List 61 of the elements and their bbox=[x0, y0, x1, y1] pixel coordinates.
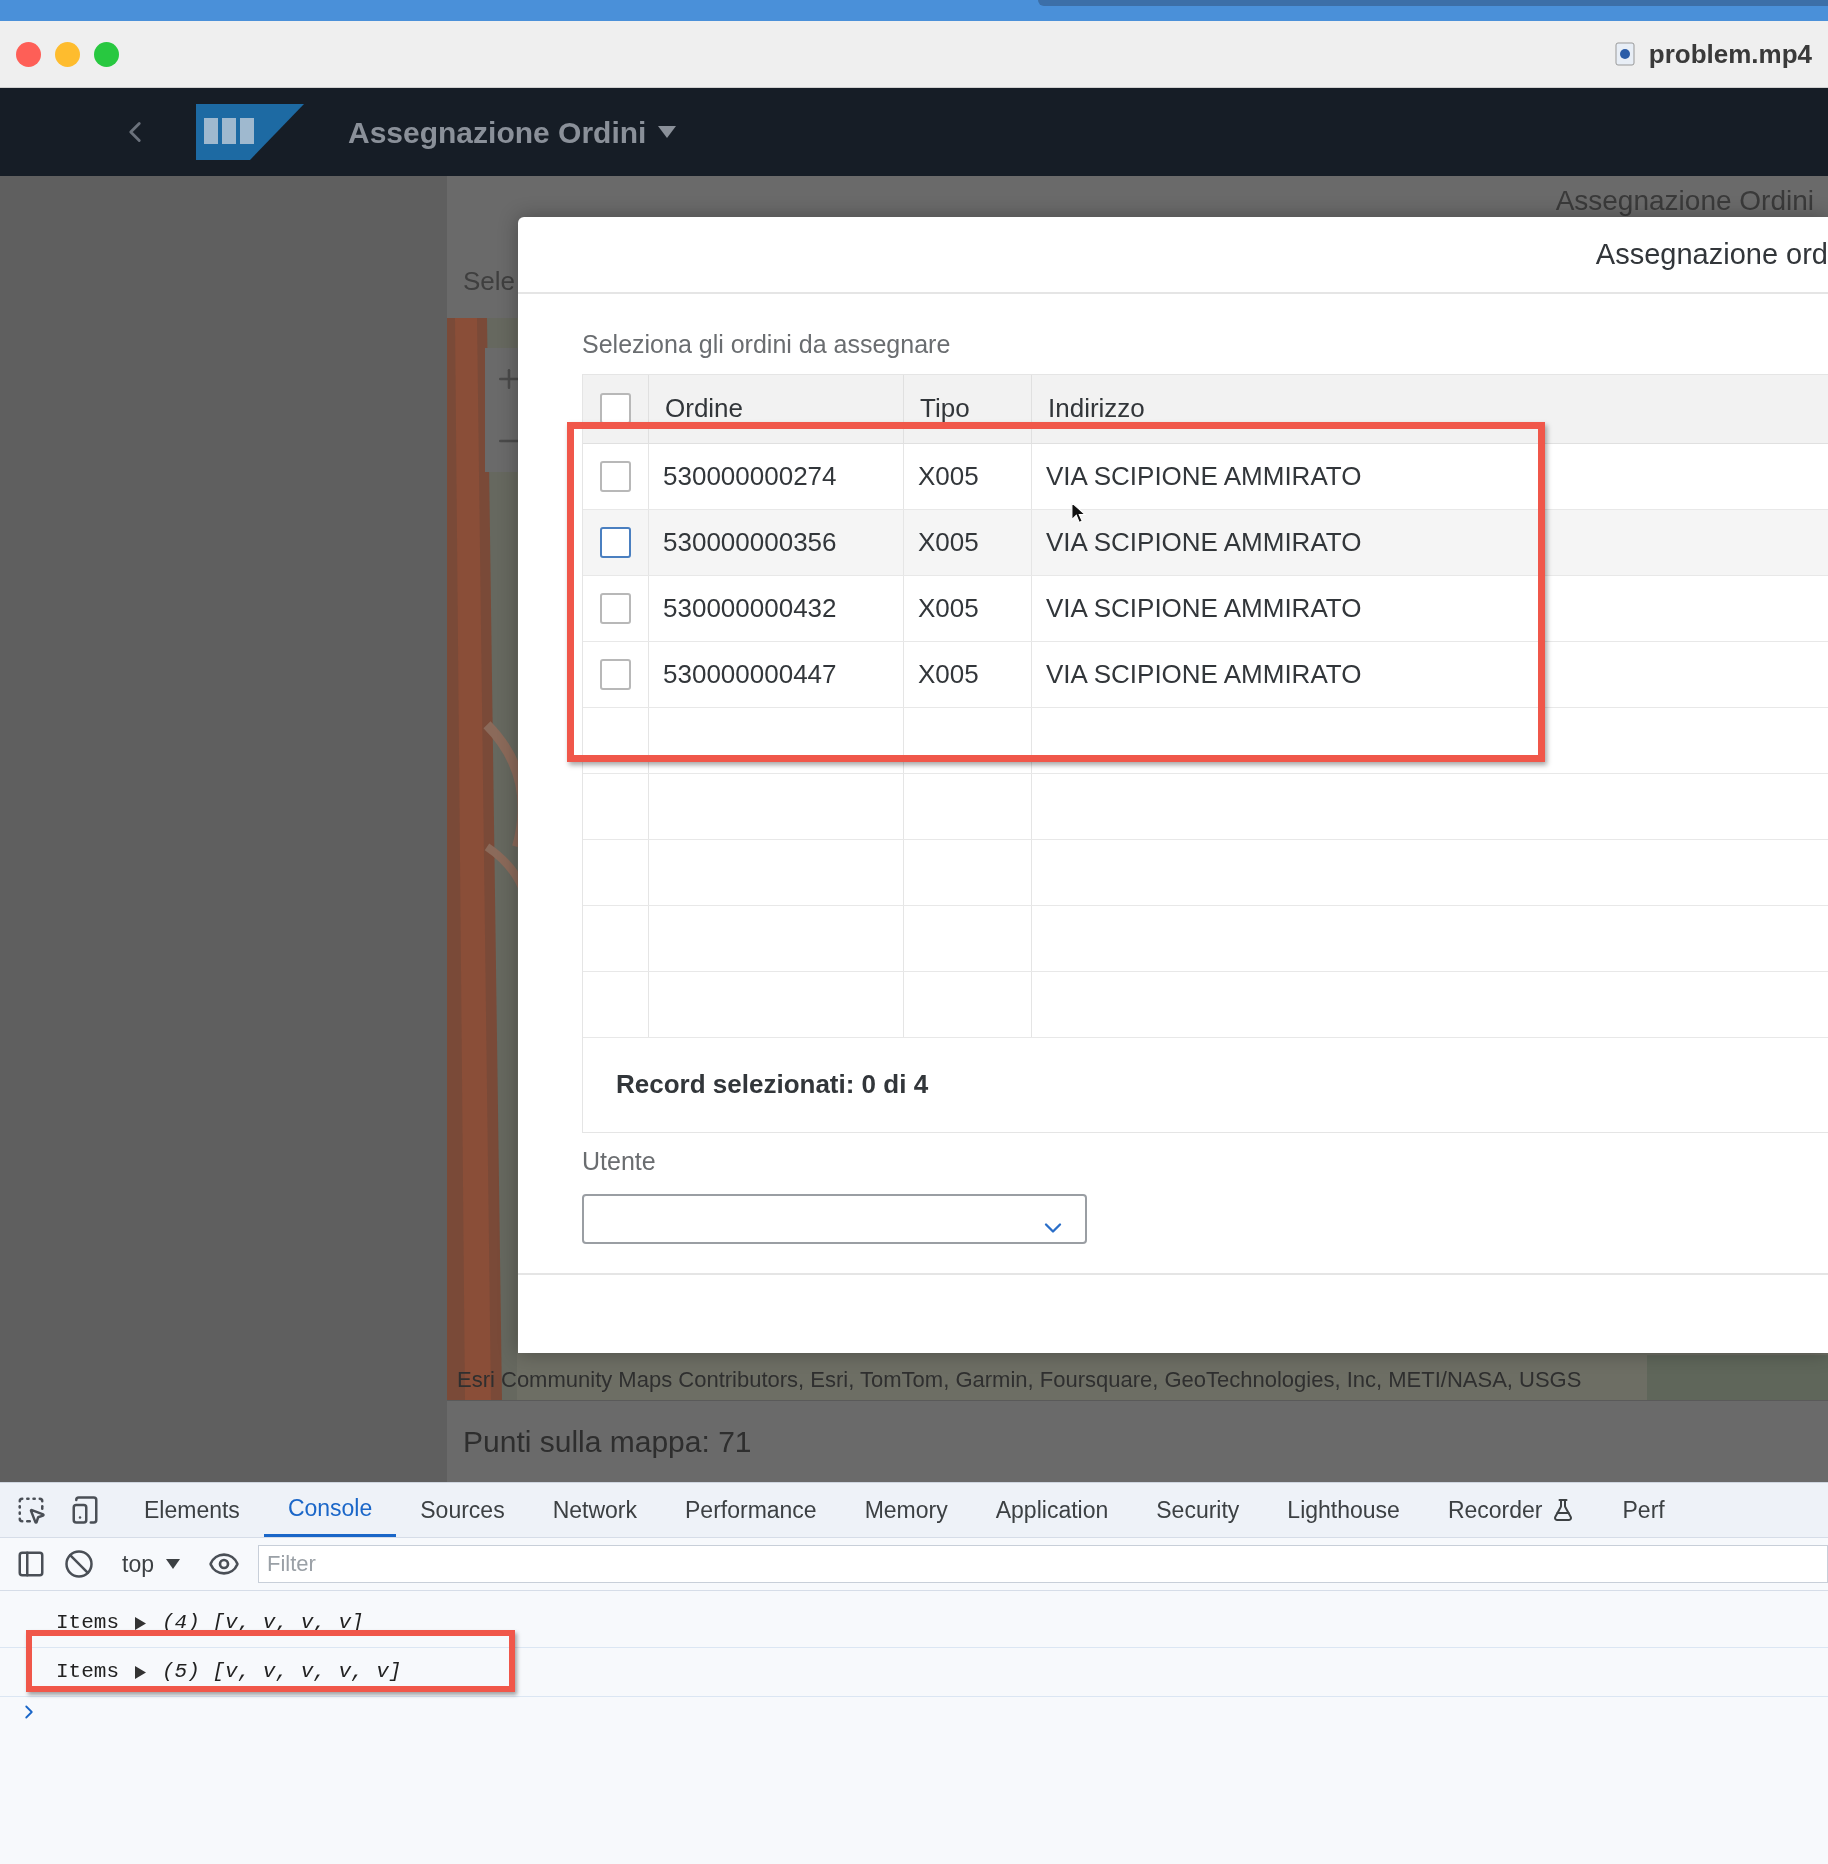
close-window-button[interactable] bbox=[16, 41, 41, 67]
context-selector[interactable]: top bbox=[112, 1546, 190, 1582]
table-cell-text: 530000000274 bbox=[663, 459, 837, 493]
field-label: Utente bbox=[582, 1145, 657, 1177]
devtools-tab[interactable]: Lighthouse bbox=[1263, 1483, 1424, 1537]
column-header: Indirizzo bbox=[1048, 392, 1145, 425]
devtools-tab[interactable]: Elements bbox=[120, 1483, 264, 1537]
map-attribution: Esri Community Maps Contributors, Esri, TomTom, Garmin, Foursquare, GeoTechnologies, Inc, METI/NASA, USGS bbox=[457, 1366, 1582, 1394]
table-cell: VIA SCIPIONE AMMIRATO bbox=[1046, 529, 1362, 555]
devtools-tab[interactable]: Sources bbox=[396, 1483, 529, 1537]
expand-icon[interactable] bbox=[135, 1665, 146, 1679]
devtools-tab[interactable]: Console bbox=[263, 1483, 397, 1537]
table-cell-text: X005 bbox=[918, 525, 979, 559]
sidebar-toggle-icon[interactable] bbox=[16, 1549, 46, 1579]
console-value: (5) [v, v, v, v, v] bbox=[162, 1659, 402, 1686]
table-cell-text: 530000000356 bbox=[663, 525, 837, 559]
table-cell-text: 530000000432 bbox=[663, 591, 837, 625]
devtools-tab[interactable]: Security bbox=[1132, 1483, 1264, 1537]
devtools-tab[interactable]: Network bbox=[528, 1483, 661, 1537]
expand-icon[interactable] bbox=[135, 1616, 146, 1630]
clear-console-icon[interactable] bbox=[64, 1549, 94, 1579]
logo-icon bbox=[196, 104, 304, 160]
selection-summary: Record selezionati: 0 di 4 bbox=[616, 1068, 929, 1101]
checkbox[interactable] bbox=[600, 658, 631, 690]
table-cell: VIA SCIPIONE AMMIRATO bbox=[1046, 661, 1362, 687]
checkbox[interactable] bbox=[600, 592, 631, 624]
caret-icon bbox=[166, 1559, 180, 1569]
checkbox[interactable] bbox=[600, 393, 631, 424]
file-icon bbox=[1614, 42, 1635, 66]
checkbox[interactable] bbox=[600, 460, 631, 492]
devtools-tab[interactable]: Perf bbox=[1598, 1483, 1689, 1537]
window-title: problem.mp4 bbox=[1648, 37, 1812, 71]
table-cell: VIA SCIPIONE AMMIRATO bbox=[1046, 463, 1362, 489]
devtools-tab[interactable]: Recorder bbox=[1423, 1483, 1599, 1537]
table-label: Seleziona gli ordini da assegnare bbox=[582, 329, 952, 360]
user-select[interactable] bbox=[582, 1194, 1087, 1244]
table-row[interactable]: 530000000447 X005 VIA SCIPIONE AMMIRATO bbox=[583, 641, 1828, 708]
cursor-icon bbox=[1071, 502, 1086, 524]
filter-field[interactable]: Filter bbox=[258, 1545, 1828, 1583]
caret-icon bbox=[658, 126, 677, 138]
checkbox[interactable] bbox=[600, 526, 631, 558]
inspect-icon[interactable] bbox=[16, 1495, 46, 1525]
devtools-tab[interactable]: Application bbox=[971, 1483, 1133, 1537]
console-label: Items bbox=[56, 1610, 119, 1637]
devtools-tab[interactable]: Memory bbox=[840, 1483, 972, 1537]
column-header: Ordine bbox=[665, 392, 744, 425]
table-row[interactable]: 530000000356 X005 VIA SCIPIONE AMMIRATO bbox=[583, 509, 1828, 576]
devtools-tab[interactable]: Performance bbox=[661, 1483, 841, 1537]
table-cell-text: 530000000447 bbox=[663, 657, 837, 691]
table-cell: VIA SCIPIONE AMMIRATO bbox=[1046, 595, 1362, 621]
console-label: Items bbox=[56, 1659, 119, 1686]
app-title-menu[interactable]: Assegnazione Ordini bbox=[348, 109, 677, 155]
points-count: Punti sulla mappa: 71 bbox=[463, 1424, 752, 1460]
column-header: Tipo bbox=[920, 392, 970, 425]
table-cell-text: X005 bbox=[918, 591, 979, 625]
dialog-title: Assegnazione ord bbox=[1595, 236, 1828, 272]
table-cell-text: X005 bbox=[918, 459, 979, 493]
table-cell-text: X005 bbox=[918, 657, 979, 691]
table-row[interactable]: 530000000432 X005 VIA SCIPIONE AMMIRATO bbox=[583, 575, 1828, 642]
device-toolbar-icon[interactable] bbox=[70, 1495, 100, 1525]
table-row[interactable]: 530000000274 X005 VIA SCIPIONE AMMIRATO bbox=[583, 443, 1828, 510]
